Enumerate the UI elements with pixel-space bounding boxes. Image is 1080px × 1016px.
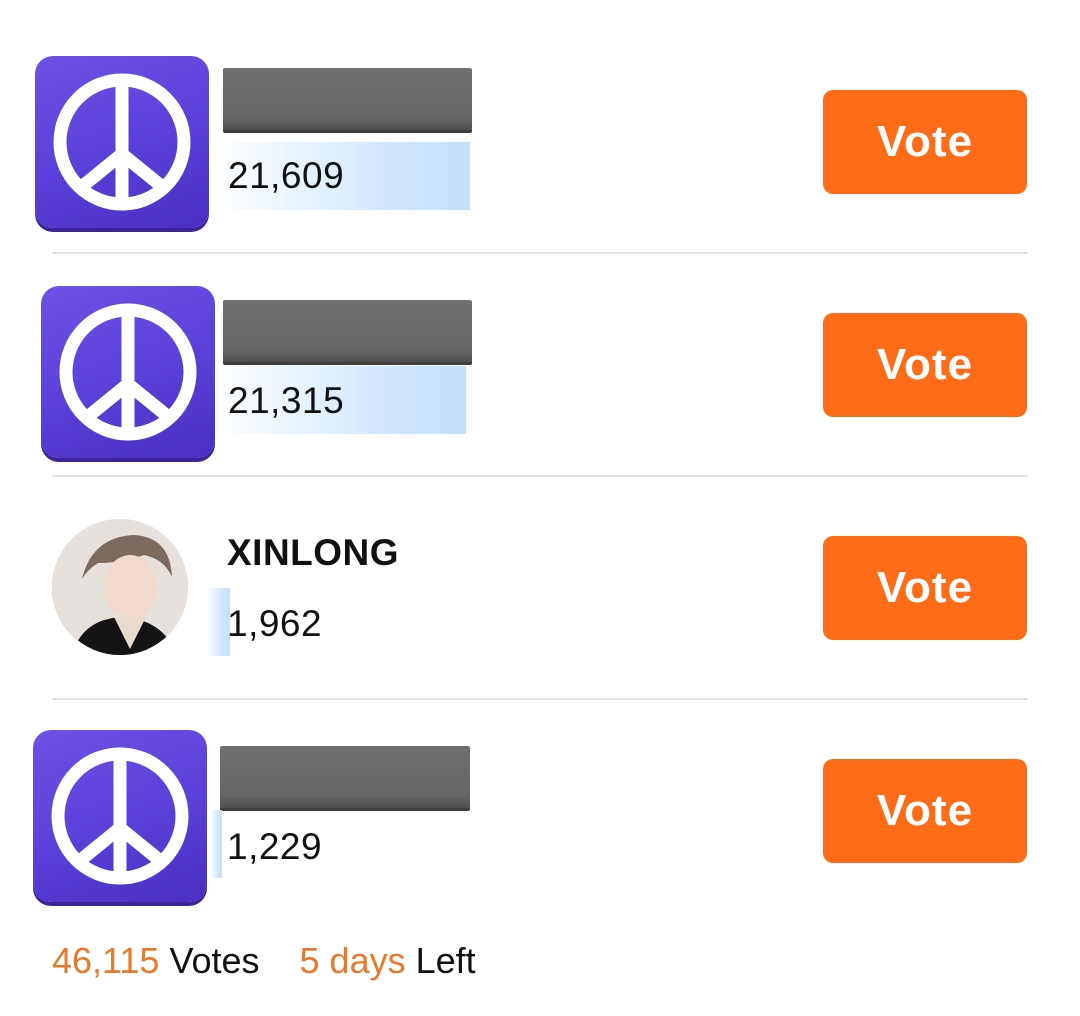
vote-button[interactable]: Vote — [823, 759, 1027, 863]
peace-icon — [33, 730, 207, 902]
vote-count: 21,609 — [228, 155, 345, 196]
candidate-row: 21,609 Vote — [0, 0, 1080, 254]
candidate-row: 1,229 Vote — [0, 700, 1080, 922]
redacted-name — [223, 300, 472, 362]
vote-summary: 46,115 Votes 5 days Left — [52, 940, 476, 982]
days-remaining: 5 days — [299, 940, 406, 981]
votes-label: Votes — [169, 940, 260, 981]
vote-button[interactable]: Vote — [823, 313, 1027, 417]
total-votes: 46,115 — [52, 940, 160, 981]
candidate-row: XINLONG 1,962 Vote — [0, 477, 1080, 699]
redacted-name — [223, 68, 472, 130]
vote-count: 1,229 — [227, 826, 323, 867]
candidate-name: XINLONG — [227, 532, 400, 573]
vote-count: 1,962 — [227, 603, 323, 644]
vote-bar — [210, 810, 222, 878]
vote-count: 21,315 — [228, 380, 345, 421]
avatar — [52, 519, 188, 655]
peace-icon — [35, 56, 209, 228]
vote-button[interactable]: Vote — [823, 536, 1027, 640]
vote-button[interactable]: Vote — [823, 90, 1027, 194]
candidate-row: 21,315 Vote — [0, 254, 1080, 476]
left-label: Left — [415, 940, 476, 981]
peace-icon — [41, 286, 215, 458]
redacted-name — [220, 746, 470, 808]
